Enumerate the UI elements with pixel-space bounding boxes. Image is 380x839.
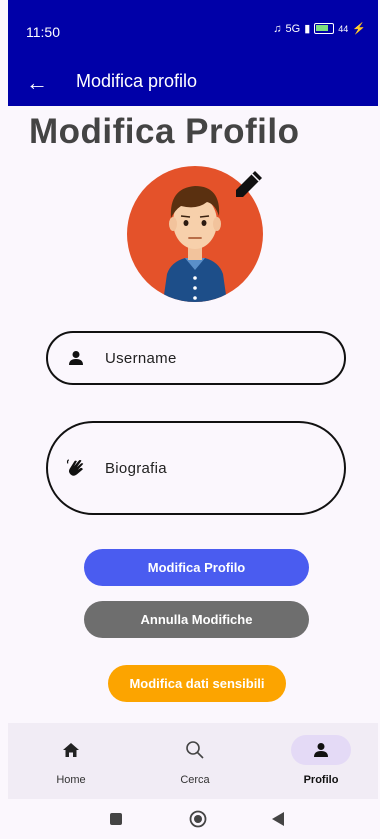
app-screen: 11:50 ♫ 5G ▮ 44 ⚡ ← Modifica profilo Mod… xyxy=(0,0,380,839)
nav-label-home: Home xyxy=(56,774,86,786)
search-icon xyxy=(165,735,225,765)
recents-button[interactable] xyxy=(104,809,128,829)
arrow-left-icon: ← xyxy=(26,70,48,95)
bio-placeholder: Biografia xyxy=(105,459,167,477)
status-bar: 11:50 ♫ 5G ▮ 44 ⚡ xyxy=(8,0,378,62)
person-icon xyxy=(291,735,351,765)
modifica-dati-sensibili-button[interactable]: Modifica dati sensibili xyxy=(108,665,286,702)
annulla-modifiche-button[interactable]: Annulla Modifiche xyxy=(84,601,309,638)
mute-icon: ♫ xyxy=(273,22,282,35)
waving-hand-icon xyxy=(66,458,86,478)
username-placeholder: Username xyxy=(105,349,177,367)
status-time: 11:50 xyxy=(26,24,60,40)
system-back-button[interactable] xyxy=(266,809,290,829)
home-icon xyxy=(41,735,101,765)
nav-item-cerca[interactable]: Cerca xyxy=(135,723,255,799)
nav-item-home[interactable]: Home xyxy=(11,723,131,799)
page-title: Modifica Profilo xyxy=(29,112,300,151)
battery-icon xyxy=(314,23,335,34)
modifica-profilo-button[interactable]: Modifica Profilo xyxy=(84,549,309,586)
system-navigation-bar xyxy=(8,799,378,839)
pencil-icon xyxy=(236,171,262,197)
nav-item-profilo[interactable]: Profilo xyxy=(261,723,380,799)
nav-label-cerca: Cerca xyxy=(180,774,210,786)
person-icon xyxy=(66,348,86,368)
battery-level: 44 xyxy=(338,23,349,34)
bio-field[interactable]: Biografia xyxy=(46,421,346,515)
app-bar: ← Modifica profilo xyxy=(8,62,378,106)
charging-icon: ⚡ xyxy=(352,23,366,35)
app-bar-title: Modifica profilo xyxy=(76,71,198,91)
square-icon xyxy=(110,813,122,825)
signal-icon: ▮ xyxy=(304,23,311,35)
username-field[interactable]: Username xyxy=(46,331,346,385)
back-button[interactable]: ← xyxy=(22,68,52,98)
network-label: 5G xyxy=(285,22,301,35)
edit-avatar-button[interactable] xyxy=(231,168,265,202)
bottom-navigation: Home Cerca Profilo xyxy=(8,723,378,799)
nav-label-profilo: Profilo xyxy=(303,774,339,786)
triangle-back-icon xyxy=(272,812,284,826)
status-icons: ♫ 5G ▮ 44 ⚡ xyxy=(273,22,366,36)
circle-icon xyxy=(189,810,207,828)
system-home-button[interactable] xyxy=(186,809,210,829)
